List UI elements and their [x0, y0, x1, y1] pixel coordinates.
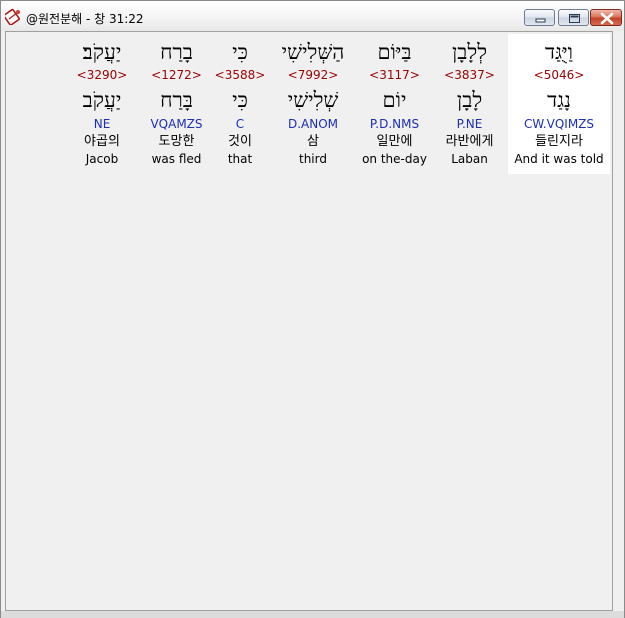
english-gloss: third — [299, 152, 327, 166]
bottom-frame-edge — [1, 611, 624, 618]
parsing-code: P.NE — [456, 117, 483, 131]
english-gloss: And it was told — [514, 152, 604, 166]
english-gloss: on the-day — [362, 152, 427, 166]
word-column[interactable]: לְלָבָן <3837> לָבָן P.NE 라반에게 Laban — [433, 34, 506, 174]
close-button[interactable] — [590, 9, 622, 26]
word-column[interactable]: יַעֲקֹב׃ <3290> יַעֲקֹב NE 야곱의 Jacob — [61, 34, 143, 174]
korean-gloss: 야곱의 — [84, 134, 120, 149]
hebrew-word: לְלָבָן — [451, 40, 488, 64]
parsing-code: C — [235, 117, 245, 131]
word-column[interactable]: בָרַח <1272> בָּרַח VQAMZS 도망한 was fled — [143, 34, 210, 174]
english-gloss: Jacob — [85, 152, 119, 166]
hebrew-lemma: שְׁלִישִׁי — [287, 88, 339, 112]
strong-number[interactable]: <5046> — [508, 68, 610, 82]
close-icon — [600, 12, 614, 25]
word-grid: יַעֲקֹב׃ <3290> יַעֲקֹב NE 야곱의 Jacob בָר… — [6, 32, 612, 610]
minimize-button[interactable] — [524, 9, 555, 26]
hebrew-lemma: יַעֲקֹב — [82, 88, 122, 112]
strong-number[interactable]: <3117> — [356, 68, 433, 82]
minimize-icon — [535, 18, 546, 23]
korean-gloss: 삼 — [307, 134, 319, 149]
korean-gloss: 라반에게 — [445, 134, 494, 149]
english-gloss: was fled — [151, 152, 202, 166]
hebrew-word: בַּיּוֹם — [377, 40, 412, 64]
strong-number[interactable]: <1272> — [143, 68, 210, 82]
hebrew-lemma: בָּרַח — [160, 88, 193, 112]
parsing-code: P.D.NMS — [369, 117, 420, 131]
korean-gloss: 들린지라 — [535, 134, 583, 149]
word-column[interactable]: הַשְּׁלִישִׁי <7992> שְׁלִישִׁי D.ANOM 삼… — [270, 34, 356, 174]
hebrew-lemma: יוֹם — [382, 88, 407, 112]
hebrew-word: יַעֲקֹב׃ — [82, 40, 122, 64]
hebrew-word: בָרַח — [160, 40, 193, 64]
korean-gloss: 일만에 — [376, 134, 413, 149]
english-gloss: Laban — [451, 152, 488, 166]
hebrew-word: כִּי — [232, 40, 248, 64]
korean-gloss: 것이 — [228, 134, 252, 149]
hebrew-word: הַשְּׁלִישִׁי — [281, 40, 345, 64]
maximize-icon — [569, 14, 580, 23]
app-window: @원전분해 - 창 31:22 יַעֲקֹב׃ <3290> יַעֲקֹב — [0, 0, 625, 618]
strong-number[interactable]: <3837> — [433, 68, 506, 82]
strong-number[interactable]: <3588> — [210, 68, 270, 82]
hebrew-lemma: נָגַד — [547, 88, 571, 112]
parsing-code: D.ANOM — [287, 117, 339, 131]
korean-gloss: 도망한 — [158, 134, 195, 149]
word-column-selected[interactable]: וַיֻּגַּד <5046> נָגַד CW.VQIMZS 들린지라 An… — [508, 34, 610, 174]
strong-number[interactable]: <7992> — [270, 68, 356, 82]
right-frame-edge — [613, 31, 621, 611]
parsing-code: VQAMZS — [150, 117, 203, 131]
maximize-button[interactable] — [558, 9, 589, 26]
hebrew-lemma: כִּי — [232, 88, 248, 112]
parsing-code: NE — [93, 117, 111, 131]
parsing-code: CW.VQIMZS — [523, 117, 595, 131]
strong-number[interactable]: <3290> — [61, 68, 143, 82]
word-column[interactable]: בַּיּוֹם <3117> יוֹם P.D.NMS 일만에 on the-… — [356, 34, 433, 174]
word-column[interactable]: כִּי <3588> כִּי C 것이 that — [210, 34, 270, 174]
app-bible-icon[interactable] — [3, 8, 23, 26]
window-title: @원전분해 - 창 31:22 — [26, 12, 144, 26]
english-gloss: that — [227, 152, 253, 166]
hebrew-lemma: לָבָן — [456, 88, 483, 112]
hebrew-word: וַיֻּגַּד — [545, 40, 573, 64]
title-bar[interactable]: @원전분해 - 창 31:22 — [1, 1, 624, 31]
interlinear-panel[interactable]: יַעֲקֹב׃ <3290> יַעֲקֹב NE 야곱의 Jacob בָר… — [5, 31, 613, 611]
